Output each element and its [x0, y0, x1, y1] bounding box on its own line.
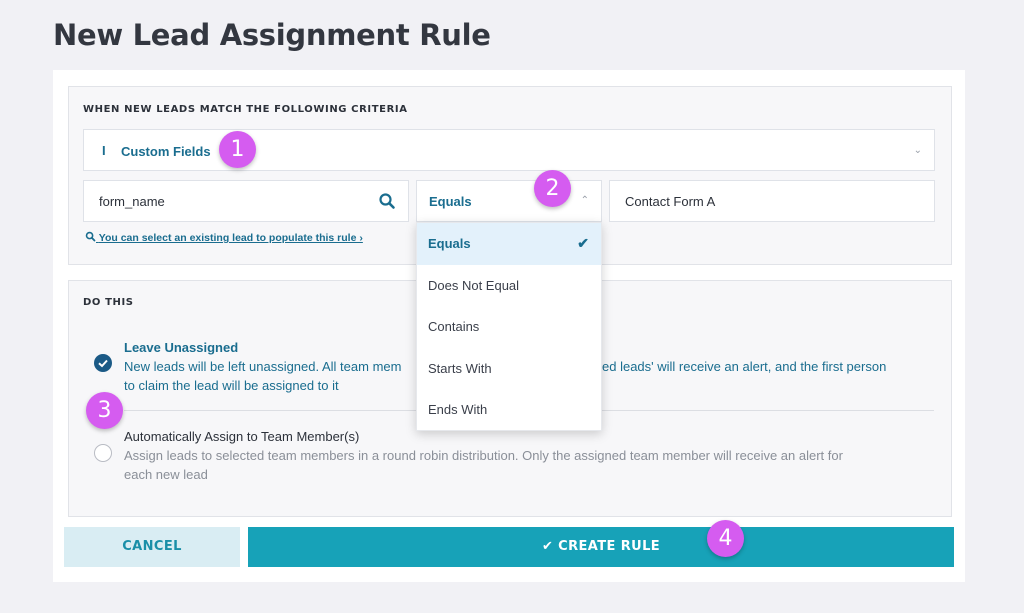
- page-title: New Lead Assignment Rule: [53, 18, 491, 52]
- menu-item-does-not-equal[interactable]: Does Not Equal: [417, 265, 601, 307]
- text-cursor-icon: I: [102, 143, 106, 158]
- option-desc-line2: each new lead: [124, 467, 208, 482]
- step-marker-4: 4: [707, 520, 744, 557]
- menu-item-equals[interactable]: Equals ✔: [417, 223, 601, 265]
- chevron-up-icon: ⌃: [580, 195, 589, 206]
- cancel-button[interactable]: CANCEL: [64, 527, 240, 567]
- check-icon: ✔: [541, 539, 554, 554]
- action-heading: DO THIS: [83, 297, 134, 308]
- option-desc: New leads will be left unassigned. All t…: [124, 357, 401, 376]
- menu-item-ends-with[interactable]: Ends With: [417, 389, 601, 431]
- menu-item-contains[interactable]: Contains: [417, 306, 601, 348]
- field-type-label: Custom Fields: [121, 144, 211, 159]
- create-rule-button[interactable]: ✔ CREATE RULE: [248, 527, 954, 567]
- field-type-select[interactable]: I Custom Fields ⌄: [83, 129, 935, 171]
- step-marker-2: 2: [534, 170, 571, 207]
- field-name-input[interactable]: form_name: [83, 180, 409, 222]
- operator-dropdown-menu: Equals ✔ Does Not Equal Contains Starts …: [416, 222, 602, 431]
- radio-unchecked[interactable]: [94, 444, 112, 462]
- menu-item-starts-with[interactable]: Starts With: [417, 348, 601, 390]
- step-marker-3: 3: [86, 392, 123, 429]
- option-desc-part1: New leads will be left unassigned. All t…: [124, 359, 402, 374]
- check-icon: ✔: [577, 235, 589, 251]
- criteria-heading: WHEN NEW LEADS MATCH THE FOLLOWING CRITE…: [83, 104, 408, 115]
- criteria-value-input[interactable]: Contact Form A: [609, 180, 935, 222]
- search-icon: [85, 231, 96, 242]
- check-icon: [98, 359, 108, 368]
- search-icon[interactable]: [378, 192, 396, 210]
- existing-lead-link[interactable]: You can select an existing lead to popul…: [85, 231, 363, 244]
- operator-select[interactable]: Equals ⌃: [416, 180, 602, 222]
- option-desc-line2: to claim the lead will be assigned to it: [124, 378, 339, 393]
- operator-value: Equals: [429, 194, 472, 209]
- radio-checked[interactable]: [94, 354, 112, 372]
- option-title: Leave Unassigned: [124, 340, 239, 355]
- criteria-value: Contact Form A: [625, 194, 716, 209]
- option-title: Automatically Assign to Team Member(s): [124, 429, 360, 444]
- menu-item-label: Equals: [428, 236, 471, 251]
- field-name-value: form_name: [99, 194, 165, 209]
- step-marker-1: 1: [219, 131, 256, 168]
- create-rule-label: CREATE RULE: [558, 539, 661, 554]
- option-desc-line1: Assign leads to selected team members in…: [124, 448, 843, 463]
- option-desc-part2: ed leads' will receive an alert, and the…: [602, 359, 887, 374]
- existing-lead-link-label: You can select an existing lead to popul…: [98, 232, 363, 244]
- chevron-down-icon: ⌄: [913, 145, 922, 156]
